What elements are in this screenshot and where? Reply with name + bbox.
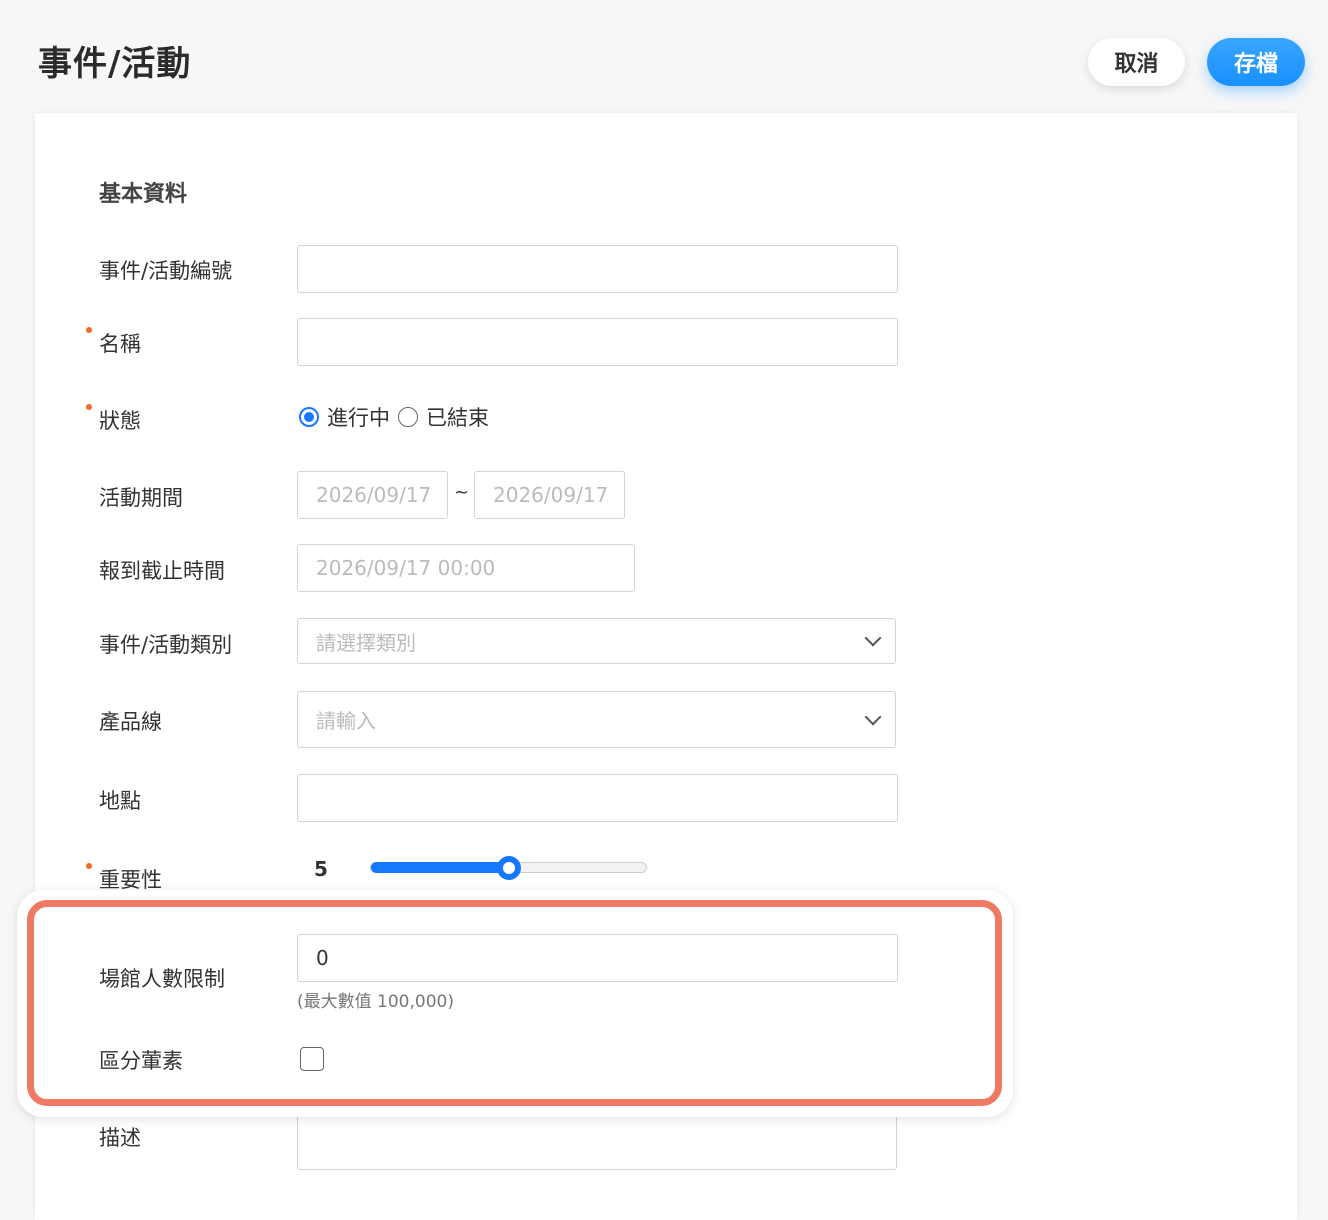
period-start-input[interactable]: 2026/09/17 bbox=[297, 471, 448, 519]
chevron-down-icon bbox=[864, 708, 882, 725]
category-label: 事件/活動類別 bbox=[99, 633, 233, 657]
description-textarea[interactable] bbox=[297, 1110, 897, 1170]
capacity-label: 場館人數限制 bbox=[99, 967, 225, 991]
required-marker bbox=[86, 327, 92, 333]
description-label: 描述 bbox=[99, 1126, 141, 1150]
location-input[interactable] bbox=[297, 774, 898, 822]
period-end-input[interactable]: 2026/09/17 bbox=[474, 471, 625, 519]
chevron-down-icon bbox=[864, 629, 882, 647]
product-line-select[interactable]: 請輸入 bbox=[297, 691, 896, 748]
status-radio-ongoing[interactable] bbox=[299, 407, 319, 427]
page-title: 事件/活動 bbox=[38, 44, 192, 84]
checkin-deadline-input[interactable]: 2026/09/17 00:00 bbox=[297, 544, 635, 592]
period-label: 活動期間 bbox=[99, 486, 183, 510]
status-radio-group: 進行中 已結束 bbox=[299, 402, 489, 432]
importance-slider-thumb[interactable] bbox=[496, 855, 521, 880]
category-select[interactable]: 請選擇類別 bbox=[297, 618, 896, 664]
section-title: 基本資料 bbox=[99, 182, 188, 207]
required-marker bbox=[86, 404, 92, 410]
importance-slider[interactable] bbox=[370, 855, 647, 880]
status-label: 狀態 bbox=[99, 409, 141, 433]
product-line-placeholder: 請輸入 bbox=[316, 709, 376, 733]
status-option-ongoing-label: 進行中 bbox=[327, 406, 390, 430]
cancel-button[interactable]: 取消 bbox=[1088, 38, 1185, 86]
name-label: 名稱 bbox=[99, 332, 141, 356]
event-id-label: 事件/活動編號 bbox=[99, 259, 233, 283]
distinguish-checkbox[interactable] bbox=[300, 1047, 324, 1071]
checkin-deadline-label: 報到截止時間 bbox=[99, 559, 225, 583]
capacity-input[interactable]: 0 bbox=[297, 934, 898, 982]
status-radio-ended[interactable] bbox=[398, 407, 418, 427]
status-option-ended-label: 已結束 bbox=[426, 406, 489, 430]
capacity-hint: (最大數值 100,000) bbox=[297, 992, 454, 1012]
location-label: 地點 bbox=[99, 789, 141, 813]
required-marker bbox=[86, 863, 92, 869]
importance-value: 5 bbox=[314, 857, 328, 881]
save-button[interactable]: 存檔 bbox=[1207, 38, 1305, 86]
product-line-label: 產品線 bbox=[99, 710, 162, 734]
event-id-input[interactable] bbox=[297, 245, 898, 293]
importance-slider-fill bbox=[371, 862, 509, 873]
distinguish-label: 區分葷素 bbox=[99, 1049, 183, 1073]
period-separator: ~ bbox=[454, 482, 470, 503]
category-placeholder: 請選擇類別 bbox=[316, 630, 416, 655]
name-input[interactable] bbox=[297, 318, 898, 366]
highlight-frame bbox=[27, 900, 1002, 1106]
